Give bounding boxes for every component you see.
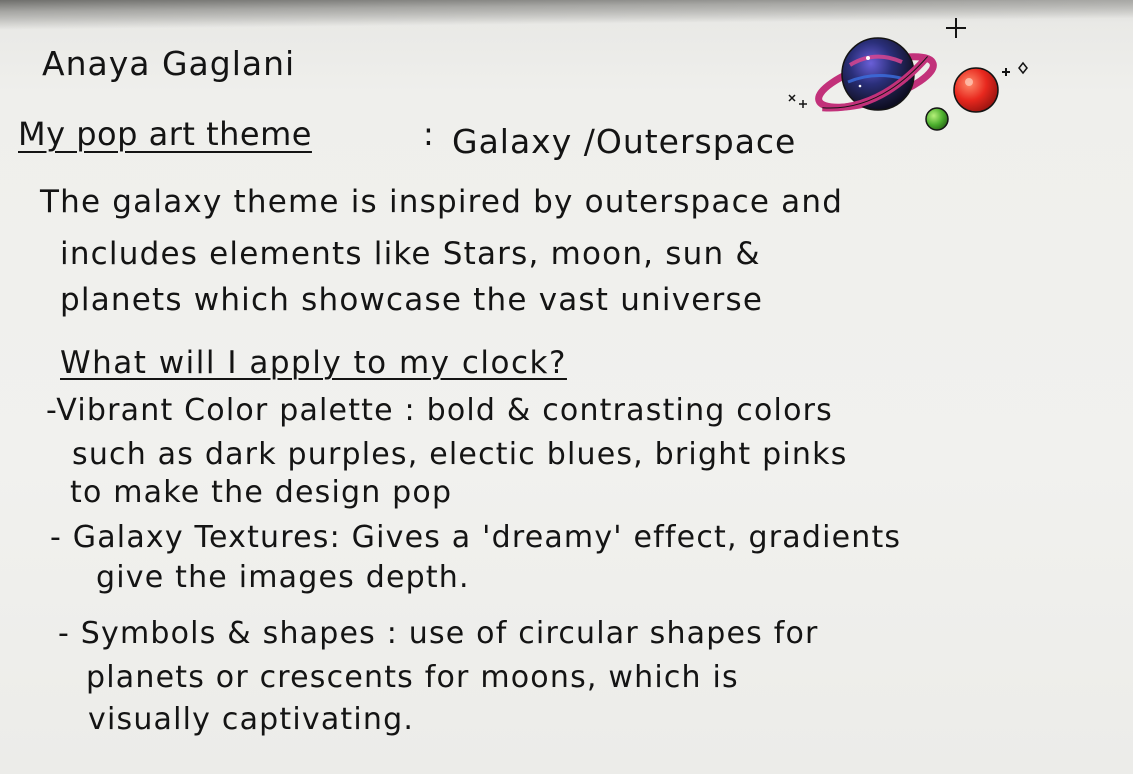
bullet-line-5: give the images depth.	[96, 560, 470, 595]
bullet-line-2: such as dark purples, electic blues, bri…	[72, 437, 848, 472]
question-heading: What will I apply to my clock?	[60, 345, 567, 381]
author-name: Anaya Gaglani	[42, 44, 296, 83]
theme-heading-colon: :	[423, 115, 435, 153]
intro-line-3: planets which showcase the vast universe	[60, 282, 764, 318]
handwritten-note-sheet: Anaya Gaglani My pop art theme : Galaxy …	[0, 0, 1133, 774]
galaxy-illustration	[788, 18, 1028, 131]
green-planet-icon	[925, 107, 949, 131]
bullet-line-7: planets or crescents for moons, which is	[86, 660, 739, 695]
intro-line-2: includes elements like Stars, moon, sun …	[60, 236, 761, 272]
intro-line-1: The galaxy theme is inspired by outerspa…	[40, 184, 844, 220]
bullet-line-6: - Symbols & shapes : use of circular sha…	[58, 616, 819, 651]
ringed-planet-icon	[815, 37, 937, 112]
bullet-line-4: - Galaxy Textures: Gives a 'dreamy' effe…	[50, 520, 902, 555]
bullet-line-1: -Vibrant Color palette : bold & contrast…	[46, 393, 833, 428]
bullet-line-3: to make the design pop	[70, 475, 453, 510]
theme-heading-label: My pop art theme	[18, 115, 312, 153]
theme-value: Galaxy /Outerspace	[452, 122, 797, 161]
bullet-line-8: visually captivating.	[88, 702, 415, 737]
red-planet-icon	[953, 67, 999, 113]
